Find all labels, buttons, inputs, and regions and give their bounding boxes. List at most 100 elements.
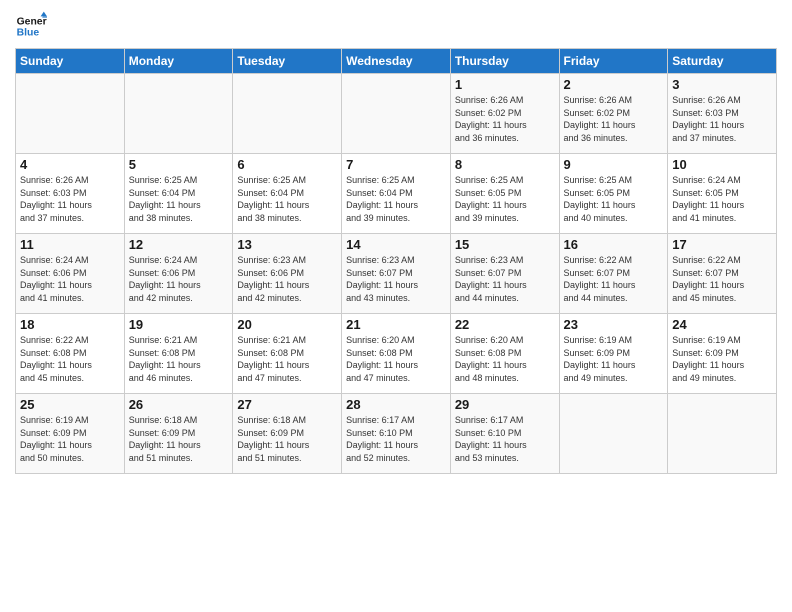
- day-number: 4: [20, 157, 120, 172]
- day-info: Sunrise: 6:25 AM Sunset: 6:05 PM Dayligh…: [455, 174, 555, 224]
- calendar-day-cell: 9 Sunrise: 6:25 AM Sunset: 6:05 PM Daylig…: [559, 154, 668, 234]
- calendar-day-cell: 13 Sunrise: 6:23 AM Sunset: 6:06 PM Dayli…: [233, 234, 342, 314]
- calendar-day-cell: 8 Sunrise: 6:25 AM Sunset: 6:05 PM Daylig…: [450, 154, 559, 234]
- calendar-day-cell: 22Sunrise: 6:20 AM Sunset: 6:08 PM Dayli…: [450, 314, 559, 394]
- day-of-week-header: Thursday: [450, 49, 559, 74]
- calendar-day-cell: 23 Sunrise: 6:19 AM Sunset: 6:09 PM Dayli…: [559, 314, 668, 394]
- day-number: 12: [129, 237, 229, 252]
- calendar-day-cell: 18 Sunrise: 6:22 AM Sunset: 6:08 PM Dayli…: [16, 314, 125, 394]
- calendar-week-row: 11 Sunrise: 6:24 AM Sunset: 6:06 PM Dayli…: [16, 234, 777, 314]
- day-number: 24: [672, 317, 772, 332]
- calendar-day-cell: 19Sunrise: 6:21 AM Sunset: 6:08 PM Dayli…: [124, 314, 233, 394]
- calendar-day-cell: 14 Sunrise: 6:23 AM Sunset: 6:07 PM Dayli…: [342, 234, 451, 314]
- day-info: Sunrise: 6:17 AM Sunset: 6:10 PM Dayligh…: [455, 414, 555, 464]
- day-info: Sunrise: 6:25 AM Sunset: 6:04 PM Dayligh…: [237, 174, 337, 224]
- calendar-day-cell: 6 Sunrise: 6:25 AM Sunset: 6:04 PM Daylig…: [233, 154, 342, 234]
- day-number: 3: [672, 77, 772, 92]
- day-number: 18: [20, 317, 120, 332]
- day-info: Sunrise: 6:23 AM Sunset: 6:07 PM Dayligh…: [346, 254, 446, 304]
- day-info: Sunrise: 6:24 AM Sunset: 6:05 PM Dayligh…: [672, 174, 772, 224]
- day-info: Sunrise: 6:17 AM Sunset: 6:10 PM Dayligh…: [346, 414, 446, 464]
- day-of-week-header: Monday: [124, 49, 233, 74]
- calendar-day-cell: 10 Sunrise: 6:24 AM Sunset: 6:05 PM Dayli…: [668, 154, 777, 234]
- day-info: Sunrise: 6:20 AM Sunset: 6:08 PM Dayligh…: [346, 334, 446, 384]
- day-number: 1: [455, 77, 555, 92]
- day-number: 15: [455, 237, 555, 252]
- day-info: Sunrise: 6:22 AM Sunset: 6:08 PM Dayligh…: [20, 334, 120, 384]
- calendar-day-cell: [124, 74, 233, 154]
- day-number: 11: [20, 237, 120, 252]
- calendar-day-cell: 1Sunrise: 6:26 AM Sunset: 6:02 PM Daylig…: [450, 74, 559, 154]
- day-number: 7: [346, 157, 446, 172]
- day-number: 23: [564, 317, 664, 332]
- calendar-day-cell: 26 Sunrise: 6:18 AM Sunset: 6:09 PM Dayli…: [124, 394, 233, 474]
- day-number: 26: [129, 397, 229, 412]
- calendar-day-cell: 17Sunrise: 6:22 AM Sunset: 6:07 PM Dayli…: [668, 234, 777, 314]
- calendar-day-cell: 2 Sunrise: 6:26 AM Sunset: 6:02 PM Daylig…: [559, 74, 668, 154]
- day-number: 17: [672, 237, 772, 252]
- day-of-week-header: Tuesday: [233, 49, 342, 74]
- calendar-day-cell: 29 Sunrise: 6:17 AM Sunset: 6:10 PM Dayli…: [450, 394, 559, 474]
- calendar-day-cell: [342, 74, 451, 154]
- day-of-week-header: Wednesday: [342, 49, 451, 74]
- day-number: 16: [564, 237, 664, 252]
- day-number: 8: [455, 157, 555, 172]
- day-info: Sunrise: 6:25 AM Sunset: 6:05 PM Dayligh…: [564, 174, 664, 224]
- day-number: 28: [346, 397, 446, 412]
- calendar-day-cell: 27 Sunrise: 6:18 AM Sunset: 6:09 PM Dayli…: [233, 394, 342, 474]
- day-number: 27: [237, 397, 337, 412]
- calendar-day-cell: 15 Sunrise: 6:23 AM Sunset: 6:07 PM Dayli…: [450, 234, 559, 314]
- day-info: Sunrise: 6:26 AM Sunset: 6:02 PM Dayligh…: [564, 94, 664, 144]
- calendar-day-cell: 24 Sunrise: 6:19 AM Sunset: 6:09 PM Dayli…: [668, 314, 777, 394]
- day-number: 13: [237, 237, 337, 252]
- day-info: Sunrise: 6:19 AM Sunset: 6:09 PM Dayligh…: [672, 334, 772, 384]
- day-info: Sunrise: 6:26 AM Sunset: 6:03 PM Dayligh…: [672, 94, 772, 144]
- calendar-day-cell: 7 Sunrise: 6:25 AM Sunset: 6:04 PM Daylig…: [342, 154, 451, 234]
- day-info: Sunrise: 6:24 AM Sunset: 6:06 PM Dayligh…: [129, 254, 229, 304]
- calendar-day-cell: 16 Sunrise: 6:22 AM Sunset: 6:07 PM Dayli…: [559, 234, 668, 314]
- calendar-day-cell: 28 Sunrise: 6:17 AM Sunset: 6:10 PM Dayli…: [342, 394, 451, 474]
- day-info: Sunrise: 6:25 AM Sunset: 6:04 PM Dayligh…: [346, 174, 446, 224]
- day-number: 20: [237, 317, 337, 332]
- day-number: 10: [672, 157, 772, 172]
- day-number: 22: [455, 317, 555, 332]
- day-number: 19: [129, 317, 229, 332]
- logo-icon: General Blue: [15, 10, 47, 42]
- day-number: 21: [346, 317, 446, 332]
- calendar-week-row: 1 Sunrise: 6:26 AM Sunset: 6:02 PM Daylig…: [16, 74, 777, 154]
- calendar-day-cell: 11 Sunrise: 6:24 AM Sunset: 6:06 PM Dayli…: [16, 234, 125, 314]
- day-info: Sunrise: 6:23 AM Sunset: 6:06 PM Dayligh…: [237, 254, 337, 304]
- calendar-table: SundayMondayTuesdayWednesdayThursdayFrid…: [15, 48, 777, 474]
- calendar-week-row: 25Sunrise: 6:19 AM Sunset: 6:09 PM Dayli…: [16, 394, 777, 474]
- calendar-day-cell: 5 Sunrise: 6:25 AM Sunset: 6:04 PM Daylig…: [124, 154, 233, 234]
- calendar-day-cell: 12 Sunrise: 6:24 AM Sunset: 6:06 PM Dayli…: [124, 234, 233, 314]
- calendar-day-cell: 25Sunrise: 6:19 AM Sunset: 6:09 PM Dayli…: [16, 394, 125, 474]
- calendar-day-cell: [668, 394, 777, 474]
- day-number: 9: [564, 157, 664, 172]
- calendar-day-cell: [16, 74, 125, 154]
- day-of-week-header: Friday: [559, 49, 668, 74]
- day-info: Sunrise: 6:22 AM Sunset: 6:07 PM Dayligh…: [564, 254, 664, 304]
- calendar-day-cell: [559, 394, 668, 474]
- calendar-day-cell: 20 Sunrise: 6:21 AM Sunset: 6:08 PM Dayli…: [233, 314, 342, 394]
- day-info: Sunrise: 6:19 AM Sunset: 6:09 PM Dayligh…: [564, 334, 664, 384]
- calendar-week-row: 4Sunrise: 6:26 AM Sunset: 6:03 PM Daylig…: [16, 154, 777, 234]
- day-info: Sunrise: 6:24 AM Sunset: 6:06 PM Dayligh…: [20, 254, 120, 304]
- day-number: 6: [237, 157, 337, 172]
- day-of-week-header: Saturday: [668, 49, 777, 74]
- day-info: Sunrise: 6:18 AM Sunset: 6:09 PM Dayligh…: [237, 414, 337, 464]
- day-number: 2: [564, 77, 664, 92]
- logo: General Blue: [15, 10, 47, 42]
- day-info: Sunrise: 6:25 AM Sunset: 6:04 PM Dayligh…: [129, 174, 229, 224]
- day-info: Sunrise: 6:21 AM Sunset: 6:08 PM Dayligh…: [237, 334, 337, 384]
- day-number: 5: [129, 157, 229, 172]
- day-number: 29: [455, 397, 555, 412]
- calendar-week-row: 18 Sunrise: 6:22 AM Sunset: 6:08 PM Dayli…: [16, 314, 777, 394]
- day-number: 25: [20, 397, 120, 412]
- day-number: 14: [346, 237, 446, 252]
- day-info: Sunrise: 6:23 AM Sunset: 6:07 PM Dayligh…: [455, 254, 555, 304]
- calendar-day-cell: 3 Sunrise: 6:26 AM Sunset: 6:03 PM Daylig…: [668, 74, 777, 154]
- day-info: Sunrise: 6:18 AM Sunset: 6:09 PM Dayligh…: [129, 414, 229, 464]
- calendar-day-cell: [233, 74, 342, 154]
- day-of-week-header: Sunday: [16, 49, 125, 74]
